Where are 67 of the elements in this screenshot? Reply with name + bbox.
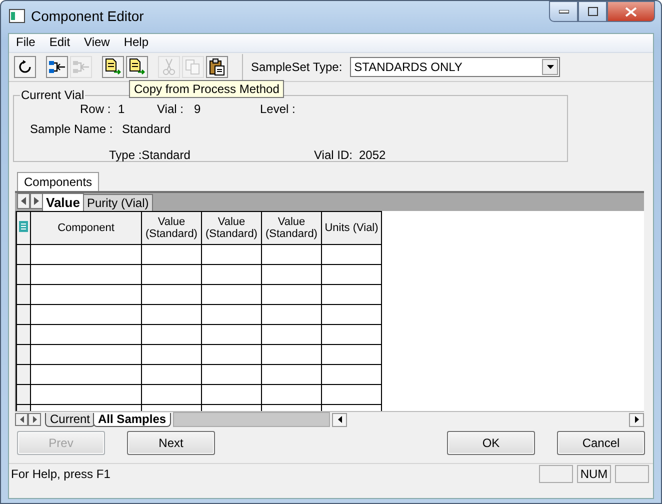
menu-item[interactable]: View [77,34,117,52]
select-all-icon[interactable] [19,221,28,232]
arrow-icon [634,416,638,423]
sampleset-type-label: SampleSet Type: [251,60,342,74]
close-button[interactable] [607,1,655,22]
tab[interactable]: Components [17,172,100,191]
status-text: For Help, press F1 [11,467,112,481]
field-label: Level : [260,102,296,116]
field-value: 1 [118,102,125,116]
scroll-left-button[interactable] [15,413,28,426]
app-icon [9,9,25,23]
column-header: Value (Standard) [202,212,262,244]
maximize-button[interactable] [578,1,607,22]
column-header: Value (Standard) [262,212,322,244]
dialog-button[interactable]: Next [127,431,215,455]
sheet-tab[interactable]: All Samples [93,412,172,426]
toolbar-button[interactable] [126,56,148,78]
refresh-icon [18,60,32,74]
sheet-tab[interactable]: Current [45,412,96,426]
scroll-right-button[interactable] [28,413,41,426]
scroll-left-button[interactable] [332,412,348,426]
status-indicator: NUM [577,465,611,483]
field-value: 2052 [359,148,386,162]
maximize-icon [588,7,598,16]
window-title: Component Editor [31,8,144,24]
menu-item[interactable]: File [9,34,42,52]
field-label: Vial ID: [314,148,352,162]
arrow-icon [20,416,24,423]
field-label: Vial : [157,102,184,116]
column-header: Units (Vial) [322,212,382,244]
scroll-left-button[interactable] [17,193,30,209]
field-label: Sample Name : [30,122,113,136]
toolbar-button[interactable] [206,56,228,78]
dialog-button[interactable]: Cancel [557,431,645,455]
toolbar-button[interactable] [14,56,36,78]
toolbar-button[interactable] [46,56,68,78]
link-icon [72,59,90,75]
minimize-icon [558,10,568,14]
dialog-button[interactable]: OK [447,431,535,455]
column-header: Value (Standard) [142,212,202,244]
arrow-icon [338,416,342,423]
tab[interactable]: Value [42,193,84,211]
document-arrow-icon [104,58,122,76]
menu-item[interactable]: Help [116,34,156,52]
toolbar-button[interactable] [102,56,124,78]
minimize-button[interactable] [549,1,578,22]
group-title: Current Vial [20,88,86,102]
arrow-icon [32,416,36,423]
clipboard-icon [208,58,226,76]
scroll-right-button[interactable] [629,412,644,426]
field-value: 9 [194,102,201,116]
status-panel [539,465,573,483]
field-text: Type :Standard [109,148,190,162]
column-header: Component [30,212,142,244]
menu-item[interactable]: Edit [42,34,78,52]
tab[interactable]: Purity (Vial) [82,194,153,211]
close-icon [625,6,637,16]
field-value: Standard [122,122,171,136]
document-arrow-icon [128,58,146,76]
scissors-icon [162,58,176,76]
tooltip: Copy from Process Method [129,80,284,98]
copy-icon [184,58,202,76]
sampleset-type-dropdown[interactable]: STANDARDS ONLY [350,57,560,77]
scroll-right-button[interactable] [30,193,43,209]
field-label: Row : [80,102,111,116]
status-panel [615,465,649,483]
link-icon [48,59,66,75]
